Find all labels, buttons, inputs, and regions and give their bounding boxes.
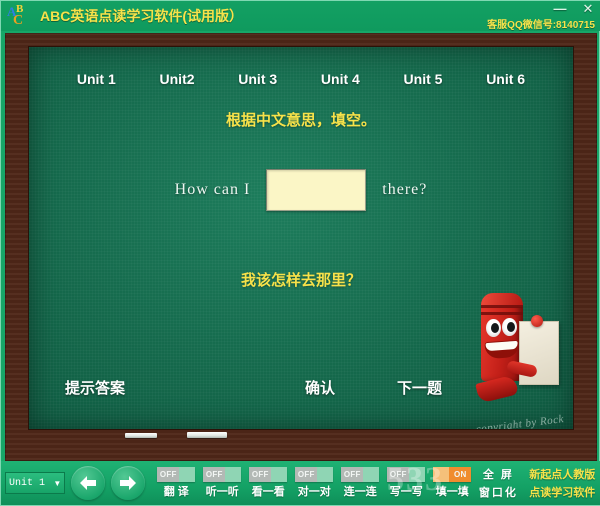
unit-tab-2[interactable]: Unit2	[160, 71, 195, 87]
translation-text: 我该怎样去那里？	[240, 272, 361, 289]
toggle-label-listen: 听一听	[205, 486, 239, 498]
title-bar: A B C ABC英语点读学习软件(试用版） — ✕ 客服QQ微信号:81407…	[1, 1, 600, 31]
question-text-before: How can I	[174, 181, 251, 198]
toggle-listen[interactable]: OFF 听一听	[199, 467, 245, 499]
toggle-label-write: 写一写	[389, 486, 423, 498]
eraser-icon	[187, 432, 227, 438]
toggle-label-translate: 翻 译	[163, 486, 189, 498]
support-contact-text: 客服QQ微信号:8140715	[487, 20, 595, 31]
chalk-stick-icon	[125, 433, 157, 438]
blackboard: Unit 1 Unit2 Unit 3 Unit 4 Unit 5 Unit 6…	[29, 47, 573, 429]
unit-tab-6[interactable]: Unit 6	[486, 71, 525, 87]
arrow-left-icon	[80, 476, 97, 490]
toggle-switch-translate[interactable]: OFF	[157, 467, 196, 482]
toggle-state-fill: ON	[449, 467, 472, 482]
logo-letter-c: C	[13, 12, 24, 28]
toggle-switch-connect[interactable]: OFF	[341, 467, 380, 482]
toggle-state-match: OFF	[295, 467, 318, 482]
chevron-down-icon: ▼	[53, 478, 62, 488]
toggle-switch-match[interactable]: OFF	[295, 467, 334, 482]
application-window: A B C ABC英语点读学习软件(试用版） — ✕ 客服QQ微信号:81407…	[0, 0, 600, 506]
fullscreen-label: 全 屏	[482, 469, 514, 481]
toggle-look[interactable]: OFF 看一看	[245, 467, 291, 499]
unit-select-dropdown[interactable]: Unit 1 ▼	[5, 472, 66, 494]
promo-line-1: 新起点人教版	[529, 469, 596, 481]
next-question-button[interactable]: 下一题	[397, 377, 442, 398]
unit-tab-3[interactable]: Unit 3	[238, 71, 277, 87]
toggle-fill[interactable]: ON 填一填	[429, 467, 475, 499]
unit-select-value: Unit 1	[9, 477, 46, 489]
promo-line-2: 点读学习软件	[529, 487, 596, 499]
toggle-state-look: OFF	[249, 467, 272, 482]
answer-input[interactable]	[266, 169, 367, 211]
toggle-state-listen: OFF	[203, 467, 226, 482]
arrow-right-icon	[120, 476, 137, 490]
unit-tab-1[interactable]: Unit 1	[77, 71, 116, 87]
toggle-state-translate: OFF	[157, 467, 180, 482]
copyright-chalk-text: copyright by Rock	[475, 413, 565, 429]
toggle-switch-fill[interactable]: ON	[433, 467, 472, 482]
fullscreen-toggle[interactable]: 全 屏 窗口化	[477, 466, 519, 500]
hint-answer-button[interactable]: 提示答案	[65, 377, 125, 398]
confirm-button[interactable]: 确认	[305, 377, 335, 398]
mode-toggle-group: OFF 翻 译 OFF 听一听 OFF 看一看 OFF 对一对 OFF 连一连 …	[153, 467, 475, 499]
toggle-match[interactable]: OFF 对一对	[291, 467, 337, 499]
unit-tabs: Unit 1 Unit2 Unit 3 Unit 4 Unit 5 Unit 6	[29, 71, 573, 87]
toggle-label-connect: 连一连	[343, 486, 377, 498]
toggle-connect[interactable]: OFF 连一连	[337, 467, 383, 499]
toggle-switch-write[interactable]: OFF	[387, 467, 426, 482]
toggle-label-fill: 填一填	[435, 486, 469, 498]
toggle-label-match: 对一对	[297, 486, 331, 498]
windowed-label: 窗口化	[478, 487, 518, 499]
crayon-mascot-icon	[467, 293, 563, 415]
toggle-translate[interactable]: OFF 翻 译	[153, 467, 199, 499]
toggle-state-connect: OFF	[341, 467, 364, 482]
unit-tab-5[interactable]: Unit 5	[404, 71, 443, 87]
toggle-switch-look[interactable]: OFF	[249, 467, 288, 482]
app-title: ABC英语点读学习软件(试用版）	[40, 8, 243, 24]
exercise-instruction: 根据中文意思，填空。	[225, 112, 376, 129]
question-text-after: there?	[382, 181, 428, 198]
question-line: How can I there?	[29, 169, 573, 211]
toggle-switch-listen[interactable]: OFF	[203, 467, 242, 482]
toggle-state-write: OFF	[387, 467, 410, 482]
chalk-tray	[29, 429, 573, 439]
previous-button[interactable]	[71, 466, 106, 500]
promo-text: 新起点人教版 点读学习软件	[523, 466, 600, 500]
next-button[interactable]	[111, 466, 146, 500]
toggle-write[interactable]: OFF 写一写	[383, 467, 429, 499]
unit-tab-4[interactable]: Unit 4	[321, 71, 360, 87]
app-logo-icon: A B C	[6, 3, 32, 29]
blackboard-frame: Unit 1 Unit2 Unit 3 Unit 4 Unit 5 Unit 6…	[5, 33, 597, 461]
bottom-toolbar: Unit 1 ▼ OFF 翻 译 OFF 听一听 OFF 看一看 OFF 对一对…	[1, 461, 600, 505]
toggle-label-look: 看一看	[251, 486, 285, 498]
